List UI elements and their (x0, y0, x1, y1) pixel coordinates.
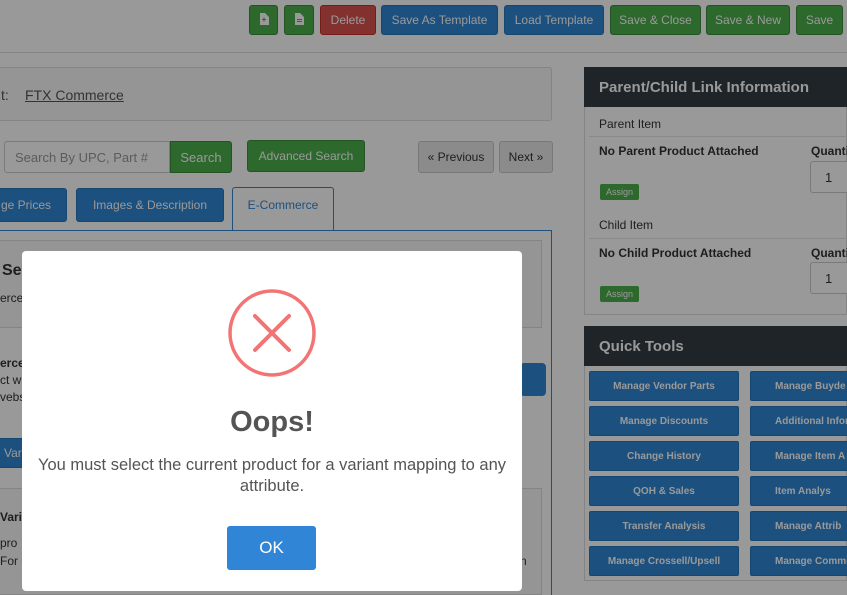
dialog-message: You must select the current product for … (37, 456, 507, 495)
error-dialog: Oops! You must select the current produc… (22, 251, 522, 591)
error-x-icon (228, 289, 316, 377)
dialog-title: Oops! (230, 406, 314, 438)
ok-button[interactable]: OK (227, 526, 316, 570)
